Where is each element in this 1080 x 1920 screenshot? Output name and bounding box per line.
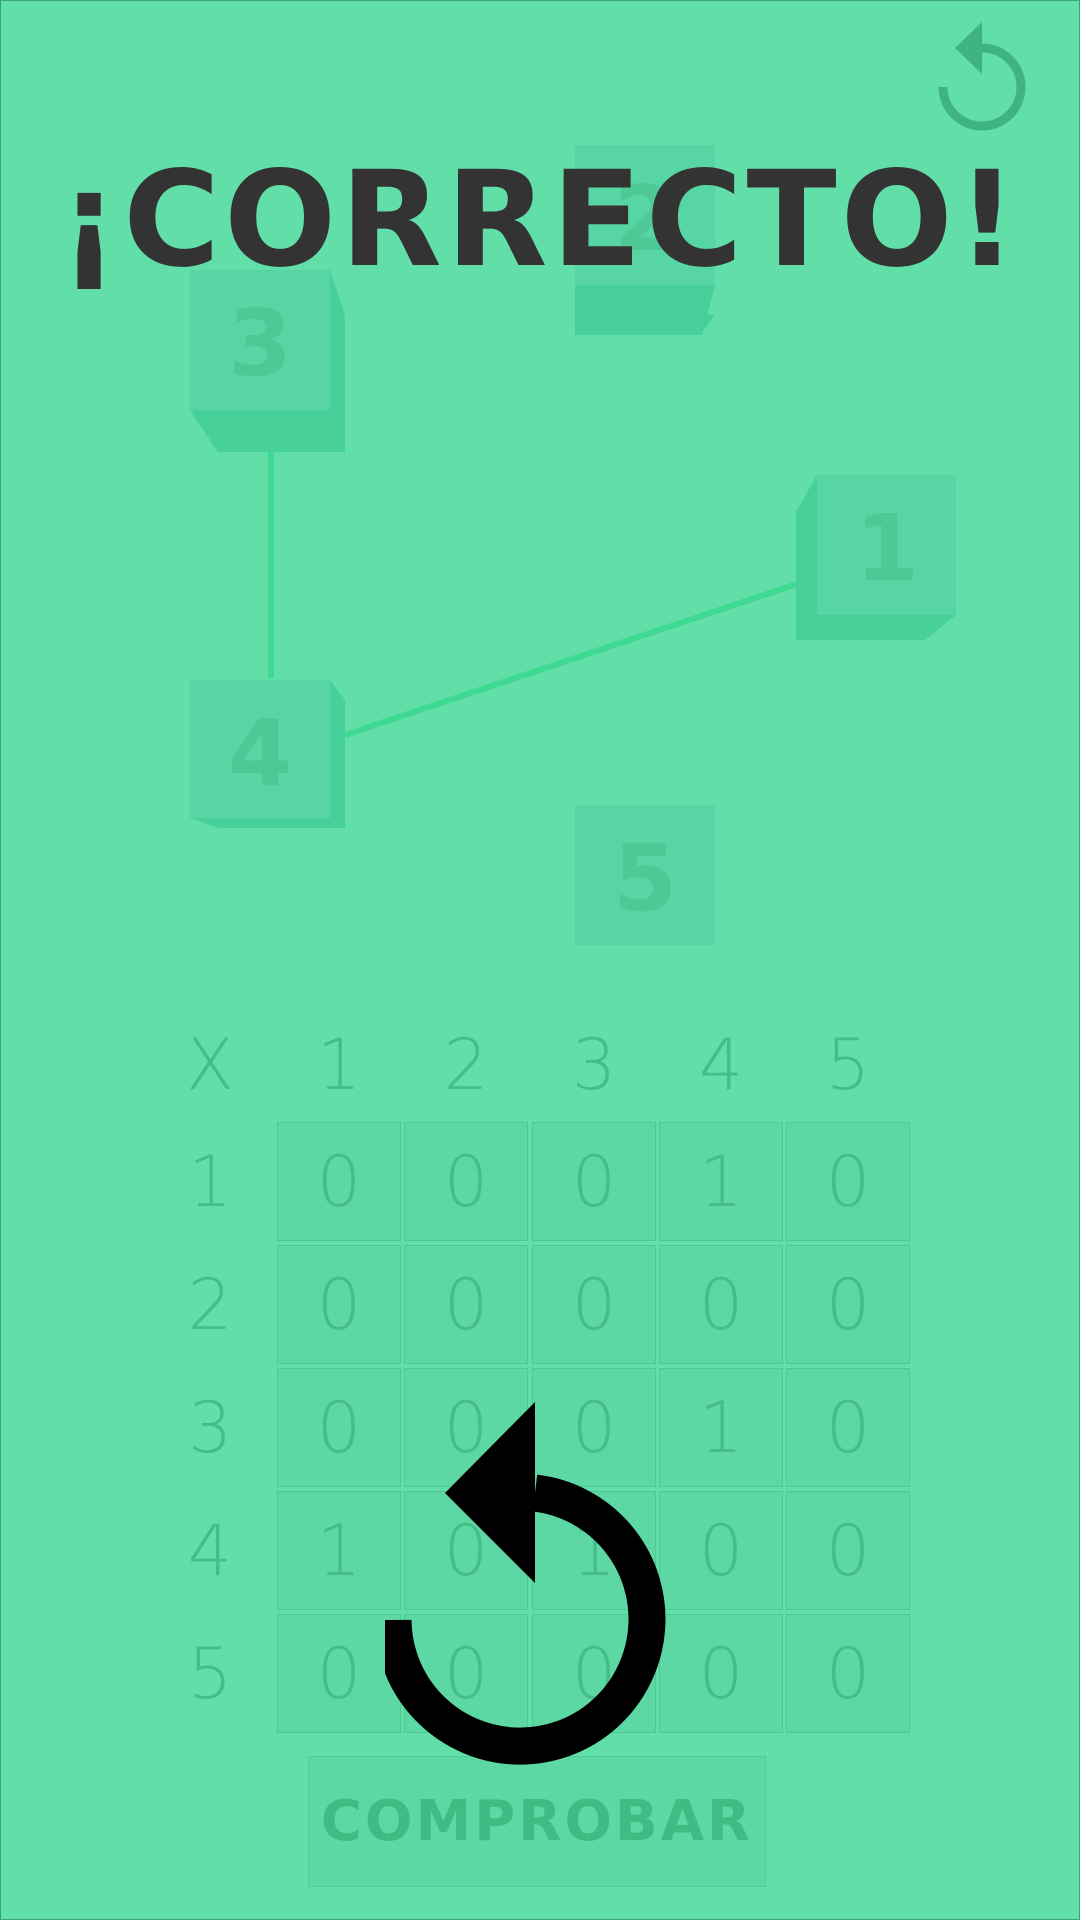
matrix-cell[interactable]: 0 [786,1245,910,1364]
col-header: 3 [571,1024,617,1106]
col-header: 1 [316,1024,362,1106]
matrix-cell[interactable]: 1 [277,1491,401,1610]
node-3[interactable]: 3 [190,270,345,455]
matrix-cell[interactable]: 0 [277,1368,401,1487]
node-label: 3 [228,290,292,397]
matrix-corner: X [186,1024,234,1106]
node-5[interactable]: 5 [575,805,715,945]
matrix-cell[interactable]: 0 [786,1614,910,1733]
matrix-cell[interactable]: 0 [404,1122,528,1241]
node-1[interactable]: 1 [796,475,956,640]
reset-icon[interactable] [935,22,1030,137]
matrix-cell[interactable]: 0 [786,1491,910,1610]
col-header: 5 [825,1024,871,1106]
matrix-cell[interactable]: 1 [659,1122,783,1241]
matrix-cell[interactable]: 0 [786,1122,910,1241]
row-header: 5 [187,1633,233,1715]
node-4[interactable]: 4 [190,680,345,828]
matrix-cell[interactable]: 0 [404,1245,528,1364]
node-label: 5 [613,825,677,932]
col-header: 4 [698,1024,744,1106]
matrix-cell[interactable]: 0 [532,1245,656,1364]
result-title: ¡CORRECTO! [58,143,1022,297]
matrix-cell[interactable]: 0 [277,1122,401,1241]
undo-icon[interactable] [385,1400,685,1770]
node-label: 1 [855,495,919,602]
check-button[interactable]: COMPROBAR [308,1756,766,1887]
col-header: 2 [443,1024,489,1106]
node-label: 4 [228,700,292,807]
row-header: 4 [187,1510,233,1592]
row-header: 2 [187,1264,233,1346]
edge-4-1 [344,579,804,738]
matrix-cell[interactable]: 0 [277,1245,401,1364]
row-header: 1 [187,1141,233,1223]
matrix-cell[interactable]: 0 [659,1245,783,1364]
matrix-cell[interactable]: 0 [786,1368,910,1487]
row-header: 3 [187,1387,233,1469]
matrix-cell[interactable]: 0 [277,1614,401,1733]
matrix-cell[interactable]: 0 [532,1122,656,1241]
